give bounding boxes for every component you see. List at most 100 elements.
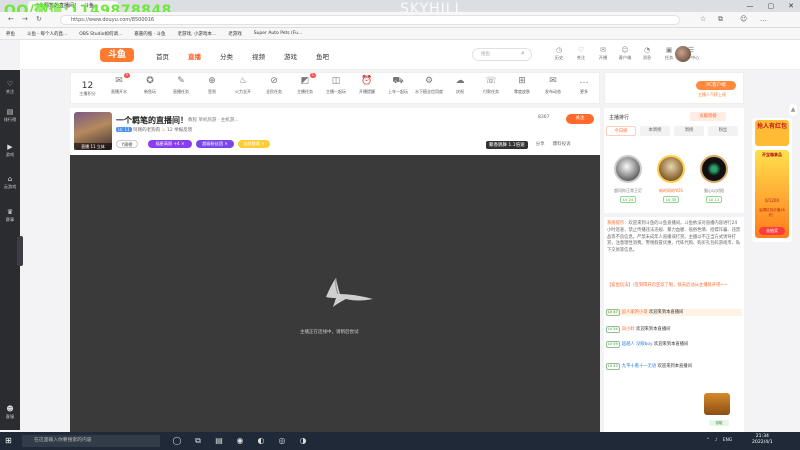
- taskbar-search[interactable]: 在这里输入你要搜索的内容: [22, 435, 160, 447]
- refresh-icon[interactable]: ↻: [36, 15, 42, 23]
- forward-icon[interactable]: →: [22, 15, 28, 23]
- count-badge[interactable]: 当前数量 ✕: [238, 140, 270, 148]
- tool-item[interactable]: ✪ 新鱼玩: [136, 75, 164, 94]
- back-icon[interactable]: ←: [8, 15, 14, 23]
- bookmark-item[interactable]: 老游戏: [228, 31, 242, 37]
- tool-item[interactable]: ⏰ 开播提醒: [353, 75, 381, 94]
- sidebar-collapse-handle[interactable]: [17, 236, 23, 266]
- nav-home[interactable]: 首页: [156, 51, 169, 61]
- follow-button[interactable]: 关注: [566, 114, 594, 124]
- pc-client-button[interactable]: PC客户端: [696, 81, 736, 90]
- promo-button[interactable]: 去抽奖: [759, 227, 785, 235]
- bookmark-item[interactable]: 嘉嘉的瓶 · 斗鱼: [134, 31, 165, 37]
- close-button[interactable]: ✕: [788, 0, 794, 12]
- app-icon[interactable]: ◑: [296, 434, 310, 448]
- claim-chest-button[interactable]: 领取: [709, 420, 729, 426]
- url-field[interactable]: https://www.douyu.com/8500016: [60, 15, 680, 25]
- lucky-badge[interactable]: 福星高照 +4 ✕: [148, 140, 192, 148]
- promo-banner[interactable]: 抢人有红包: [755, 120, 789, 146]
- weekly-rank-badge[interactable]: Y周榜: [116, 140, 138, 148]
- scroll-top-icon[interactable]: ▲: [789, 104, 797, 116]
- share-button[interactable]: 分享: [536, 141, 545, 149]
- chat-user[interactable]: 凤小聆: [622, 327, 635, 332]
- favorites-icon[interactable]: ☆: [700, 15, 706, 23]
- report-link[interactable]: 举报反馈: [174, 128, 192, 133]
- promo-card[interactable]: [755, 150, 789, 238]
- cortana-icon[interactable]: ◯: [170, 434, 184, 448]
- tool-item[interactable]: ◩ 主播任务 1: [291, 73, 319, 94]
- volume-icon[interactable]: ♪: [715, 437, 718, 445]
- sidebar-item-rank[interactable]: ▤ 排行榜: [0, 108, 20, 122]
- rank-name[interactable]: 狠心以对陪: [694, 188, 734, 194]
- chat-user[interactable]: 追人家的小哥: [622, 310, 648, 315]
- broadcast-button[interactable]: ✉ 开播: [594, 46, 612, 60]
- tool-item[interactable]: ♨ 火力全开: [229, 75, 257, 94]
- steam-icon[interactable]: ◐: [254, 434, 268, 448]
- tool-item[interactable]: ✉ 发布动态: [539, 75, 567, 94]
- pc-client-subtitle[interactable]: 主播人气榜上线: [698, 92, 726, 98]
- maximize-button[interactable]: ▢: [768, 0, 775, 12]
- nav-category[interactable]: 分类: [220, 51, 233, 61]
- bookmark-item[interactable]: 养鱼: [6, 31, 15, 37]
- anchor-name[interactable]: 阿刚的老狗肉: [133, 128, 160, 133]
- client-button[interactable]: ☺ 客户端: [616, 46, 634, 60]
- tool-item[interactable]: ✎ 直播任务: [167, 75, 195, 94]
- chat-user[interactable]: 超越人 没眼boy: [622, 342, 653, 347]
- windows-start-icon[interactable]: ⊞: [5, 436, 12, 445]
- file-explorer-icon[interactable]: ▤: [212, 434, 226, 448]
- nav-live[interactable]: 直播: [188, 51, 201, 61]
- sidebar-item-cloud-game[interactable]: ⌂ 云游戏: [0, 175, 20, 189]
- rank-avatar[interactable]: [657, 155, 685, 183]
- contribution-rank-button[interactable]: 贡献周榜: [690, 112, 726, 121]
- tool-item[interactable]: ⛟ 上车一起玩: [384, 75, 412, 94]
- nav-game[interactable]: 游戏: [284, 51, 297, 61]
- bookmark-item[interactable]: OBS Studio如何调...: [79, 31, 122, 37]
- nav-fishbar[interactable]: 鱼吧: [316, 51, 329, 61]
- tool-item[interactable]: ✉ 直播开水 9: [105, 73, 133, 94]
- report-button[interactable]: 爆料投诉: [553, 141, 571, 149]
- treasure-chest-icon[interactable]: [704, 393, 730, 415]
- tool-item[interactable]: … 更多: [570, 75, 598, 94]
- douyu-logo[interactable]: 斗鱼: [100, 48, 134, 62]
- rank-avatar[interactable]: [700, 155, 728, 183]
- language-indicator[interactable]: ENG: [723, 437, 733, 445]
- tool-item[interactable]: ⊞ 零度皮肤: [508, 75, 536, 94]
- tool-item[interactable]: ⊕ 签到: [198, 75, 226, 94]
- tool-item[interactable]: ◫ 主播一起玩: [322, 75, 350, 94]
- user-avatar[interactable]: [675, 46, 691, 62]
- sidebar-item-service[interactable]: ☻ 客服: [0, 405, 20, 419]
- tab-this-week[interactable]: 本周榜: [640, 126, 670, 136]
- follow-button[interactable]: ♡ 关注: [572, 46, 590, 60]
- collections-icon[interactable]: ⧉: [718, 15, 723, 24]
- bookmark-item[interactable]: 老游戏, 小游戏本...: [178, 31, 217, 37]
- room-category-tags[interactable]: 教程 单机热游 · 主机游...: [188, 117, 239, 123]
- tool-item[interactable]: ☏ 付款任务: [477, 75, 505, 94]
- sidebar-item-events[interactable]: ♛ 赛事: [0, 208, 20, 222]
- chat-user[interactable]: 九平十看十一无语: [622, 364, 656, 369]
- obs-icon[interactable]: ◎: [275, 434, 289, 448]
- history-button[interactable]: ◷ 历史: [550, 46, 568, 60]
- tab-fans[interactable]: 粉丝: [708, 126, 738, 136]
- taskbar-clock[interactable]: 21:34 2022/4/1: [752, 434, 773, 446]
- tool-item[interactable]: ⚙ 水下植全信用度: [415, 75, 443, 94]
- task-view-icon[interactable]: ⧉: [191, 434, 205, 448]
- fan-group-badge[interactable]: 超级粉丝团 ✕: [196, 140, 234, 148]
- rank-name[interactable]: 新的网的YOS: [651, 188, 691, 194]
- profile-icon[interactable]: ☺: [740, 15, 747, 23]
- nav-video[interactable]: 视频: [252, 51, 265, 61]
- bookmark-item[interactable]: 斗鱼 - 每个人的直...: [27, 31, 67, 37]
- bookmark-item[interactable]: Super Auto Pets (Fu...: [254, 31, 303, 36]
- tab-today[interactable]: 今日榜: [606, 126, 636, 136]
- edge-icon[interactable]: ◉: [233, 434, 247, 448]
- caption-toggle[interactable]: 聚香跳舞 1.1倍速: [486, 141, 528, 149]
- message-button[interactable]: ◔ 消息: [638, 46, 656, 60]
- tool-item[interactable]: ⊘ 全民任务: [260, 75, 288, 94]
- menu-icon[interactable]: …: [760, 15, 767, 23]
- tool-item[interactable]: ☁ 庆祝: [446, 75, 474, 94]
- tray-expand-icon[interactable]: ⌃: [706, 437, 710, 445]
- minimize-button[interactable]: —: [747, 0, 754, 12]
- rank-avatar[interactable]: [614, 155, 642, 183]
- sidebar-item-game[interactable]: ▶ 游戏: [0, 143, 20, 157]
- rank-name[interactable]: 超问你正常王尼: [608, 188, 648, 194]
- sidebar-item-follow[interactable]: ♡ 关注: [0, 80, 20, 94]
